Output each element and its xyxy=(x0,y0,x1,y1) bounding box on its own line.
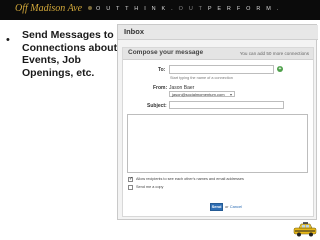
from-email-value: jason@socialmomentum.com xyxy=(172,92,225,97)
bullet-marker: • xyxy=(6,34,10,46)
tagline-part-3: O U T xyxy=(178,6,205,12)
subject-input[interactable] xyxy=(169,101,284,109)
compose-header: Compose your message You can add 50 more… xyxy=(123,48,313,60)
tagline-part-2: T H I N K . xyxy=(125,6,175,12)
subject-label: Subject: xyxy=(147,103,167,109)
to-input[interactable] xyxy=(169,65,274,74)
tagline-part-1: O U T xyxy=(96,6,122,12)
allow-recipients-label: Allow recipients to see each other's nam… xyxy=(136,177,244,181)
inbox-tab-bar: Inbox xyxy=(118,25,318,40)
inbox-tab[interactable]: Inbox xyxy=(124,27,144,36)
allow-recipients-checkbox[interactable] xyxy=(128,176,133,182)
message-body-textarea[interactable] xyxy=(127,114,308,173)
connection-limit-note: You can add 50 more connections xyxy=(239,51,309,56)
cancel-group: or Cancel xyxy=(225,204,242,209)
chevron-down-icon: ▾ xyxy=(229,92,232,97)
compose-title: Compose your message xyxy=(128,49,204,56)
add-connection-icon[interactable]: + xyxy=(277,66,283,72)
send-copy-label: Send me a copy xyxy=(136,185,164,189)
from-label: From: xyxy=(153,85,168,91)
or-text: or xyxy=(225,204,229,209)
brand-logo: Off Madison Ave xyxy=(15,3,83,14)
inbox-panel: Inbox Compose your message You can add 5… xyxy=(117,24,318,220)
to-hint: Start typing the name of a connection xyxy=(170,76,233,80)
to-label: To: xyxy=(158,67,166,73)
bullet-text: Send Messages to Connections about Event… xyxy=(22,29,118,79)
compose-message-box: Compose your message You can add 50 more… xyxy=(122,47,314,217)
cancel-link[interactable]: Cancel xyxy=(230,204,242,209)
from-email-select[interactable]: jason@socialmomentum.com ▾ xyxy=(169,91,235,97)
brand-separator xyxy=(88,6,92,10)
header-band: Off Madison Ave O U T T H I N K . O U T … xyxy=(0,0,320,20)
brand-tagline: O U T T H I N K . O U T P E R F O R M . xyxy=(96,6,280,12)
send-copy-checkbox[interactable] xyxy=(128,185,133,190)
taxi-icon xyxy=(293,222,317,237)
tagline-part-4: P E R F O R M . xyxy=(207,6,281,12)
send-button[interactable]: Send xyxy=(210,203,223,211)
